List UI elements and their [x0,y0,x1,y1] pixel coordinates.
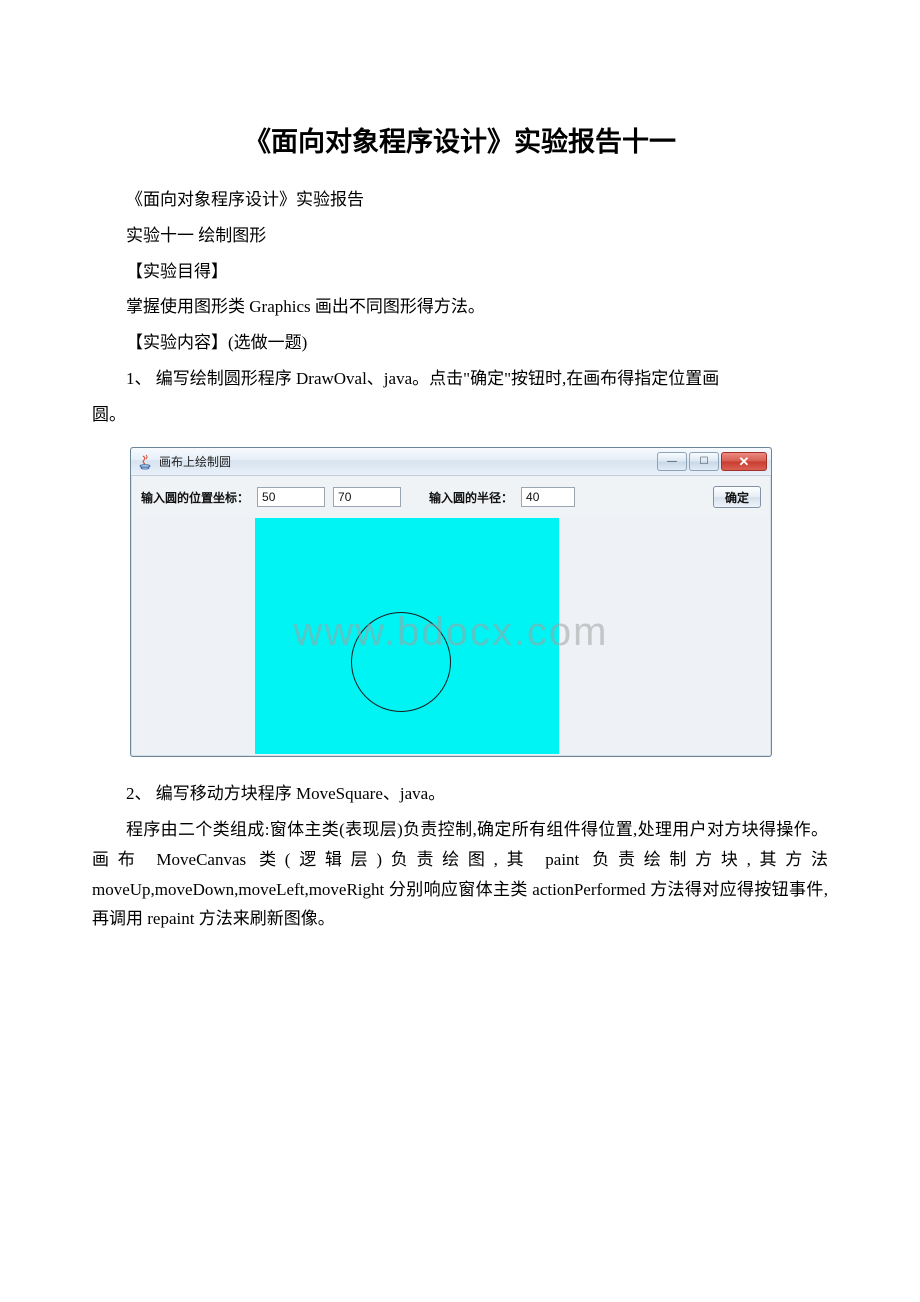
text: 画出不同图形得方法。 [311,297,485,316]
x-input[interactable] [257,487,325,507]
maximize-button[interactable]: ☐ [689,452,719,471]
text: MoveSquare、java [296,784,428,803]
text: 2、 编写移动方块程序 [126,784,296,803]
body-line: 2、 编写移动方块程序 MoveSquare、java。 [92,779,828,809]
text: Graphics [249,297,310,316]
body-paragraph: 程序由二个类组成:窗体主类(表现层)负责控制,确定所有组件得位置,处理用户对方块… [92,815,828,934]
body-line: 《面向对象程序设计》实验报告 [92,185,828,215]
page-title: 《面向对象程序设计》实验报告十一 [92,120,828,159]
text: 。 [428,784,445,803]
window-controls: — ☐ ✕ [657,452,767,471]
window-title: 画布上绘制圆 [159,453,657,470]
toolbar: 输入圆的位置坐标： 输入圆的半径： 确定 [131,476,771,518]
body-line: 1、 编写绘制圆形程序 DrawOval、java。点击"确定"按钮时,在画布得… [92,364,828,394]
text: 。点击"确定"按钮时,在画布得指定位置画 [412,369,719,388]
body-line: 【实验目得】 [92,257,828,287]
java-icon [137,454,153,470]
body-line: 掌握使用图形类 Graphics 画出不同图形得方法。 [92,292,828,322]
text: DrawOval、java [296,369,412,388]
title-bar: 画布上绘制圆 — ☐ ✕ [131,448,771,476]
radius-input[interactable] [521,487,575,507]
text: 1、 编写绘制圆形程序 [126,369,296,388]
body-line: 圆。 [92,400,828,430]
drawn-circle [351,612,451,712]
minimize-button[interactable]: — [657,452,687,471]
y-input[interactable] [333,487,401,507]
app-window: 画布上绘制圆 — ☐ ✕ 输入圆的位置坐标： 输入圆的半径： 确定 www.bd… [130,447,772,757]
body-line: 【实验内容】(选做一题) [92,328,828,358]
radius-label: 输入圆的半径： [429,489,513,506]
ok-button[interactable]: 确定 [713,486,761,508]
close-button[interactable]: ✕ [721,452,767,471]
drawing-canvas [255,518,559,754]
text: 掌握使用图形类 [126,297,249,316]
position-label: 输入圆的位置坐标： [141,489,249,506]
body-line: 实验十一 绘制图形 [92,221,828,251]
canvas-container: www.bdocx.com [133,518,769,754]
